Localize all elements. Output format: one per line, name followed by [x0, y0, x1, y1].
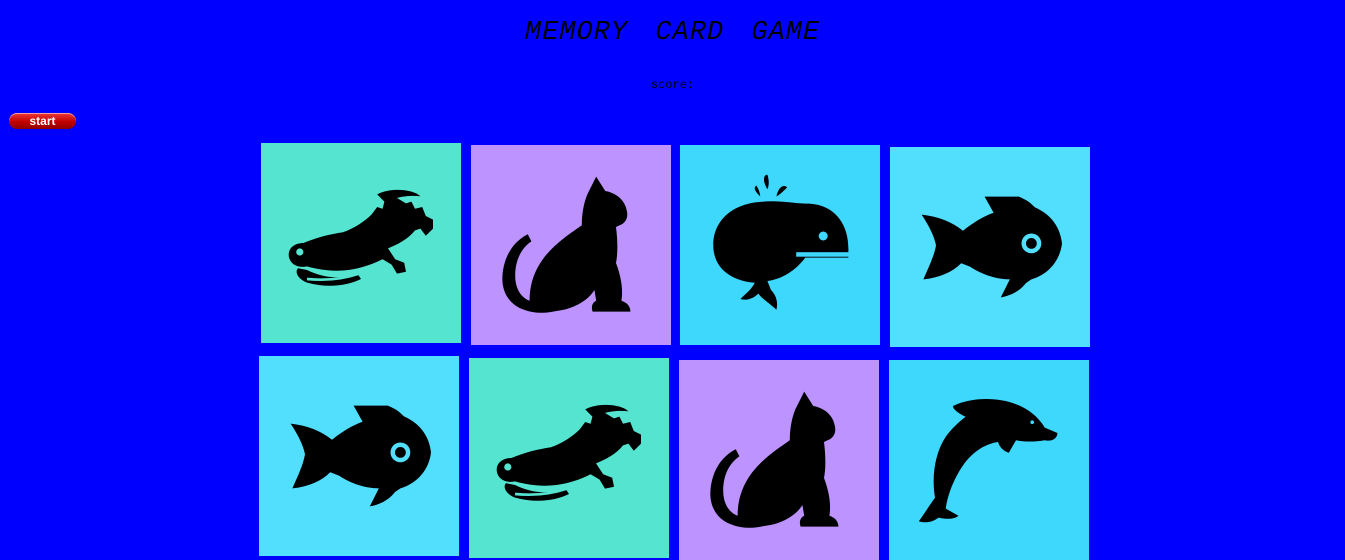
game-title: MEMORY CARD GAME [524, 18, 821, 48]
start-button[interactable]: start [9, 113, 76, 129]
card-crocodile[interactable] [469, 358, 669, 558]
card-cat[interactable] [471, 145, 671, 345]
card-dolphin[interactable] [889, 360, 1089, 560]
card-cat[interactable] [679, 360, 879, 560]
dolphin-icon [918, 399, 1058, 523]
card-whale[interactable] [680, 145, 880, 345]
score-label: score: [650, 78, 695, 92]
cat-icon [710, 391, 839, 528]
whale-icon [713, 174, 851, 310]
fish-icon [290, 405, 431, 507]
card-crocodile[interactable] [261, 143, 461, 343]
crocodile-icon [496, 404, 641, 501]
card-fish[interactable] [259, 356, 459, 556]
fish-icon [921, 196, 1062, 298]
crocodile-icon [288, 189, 433, 286]
cat-icon [502, 176, 631, 313]
card-fish[interactable] [890, 147, 1090, 347]
